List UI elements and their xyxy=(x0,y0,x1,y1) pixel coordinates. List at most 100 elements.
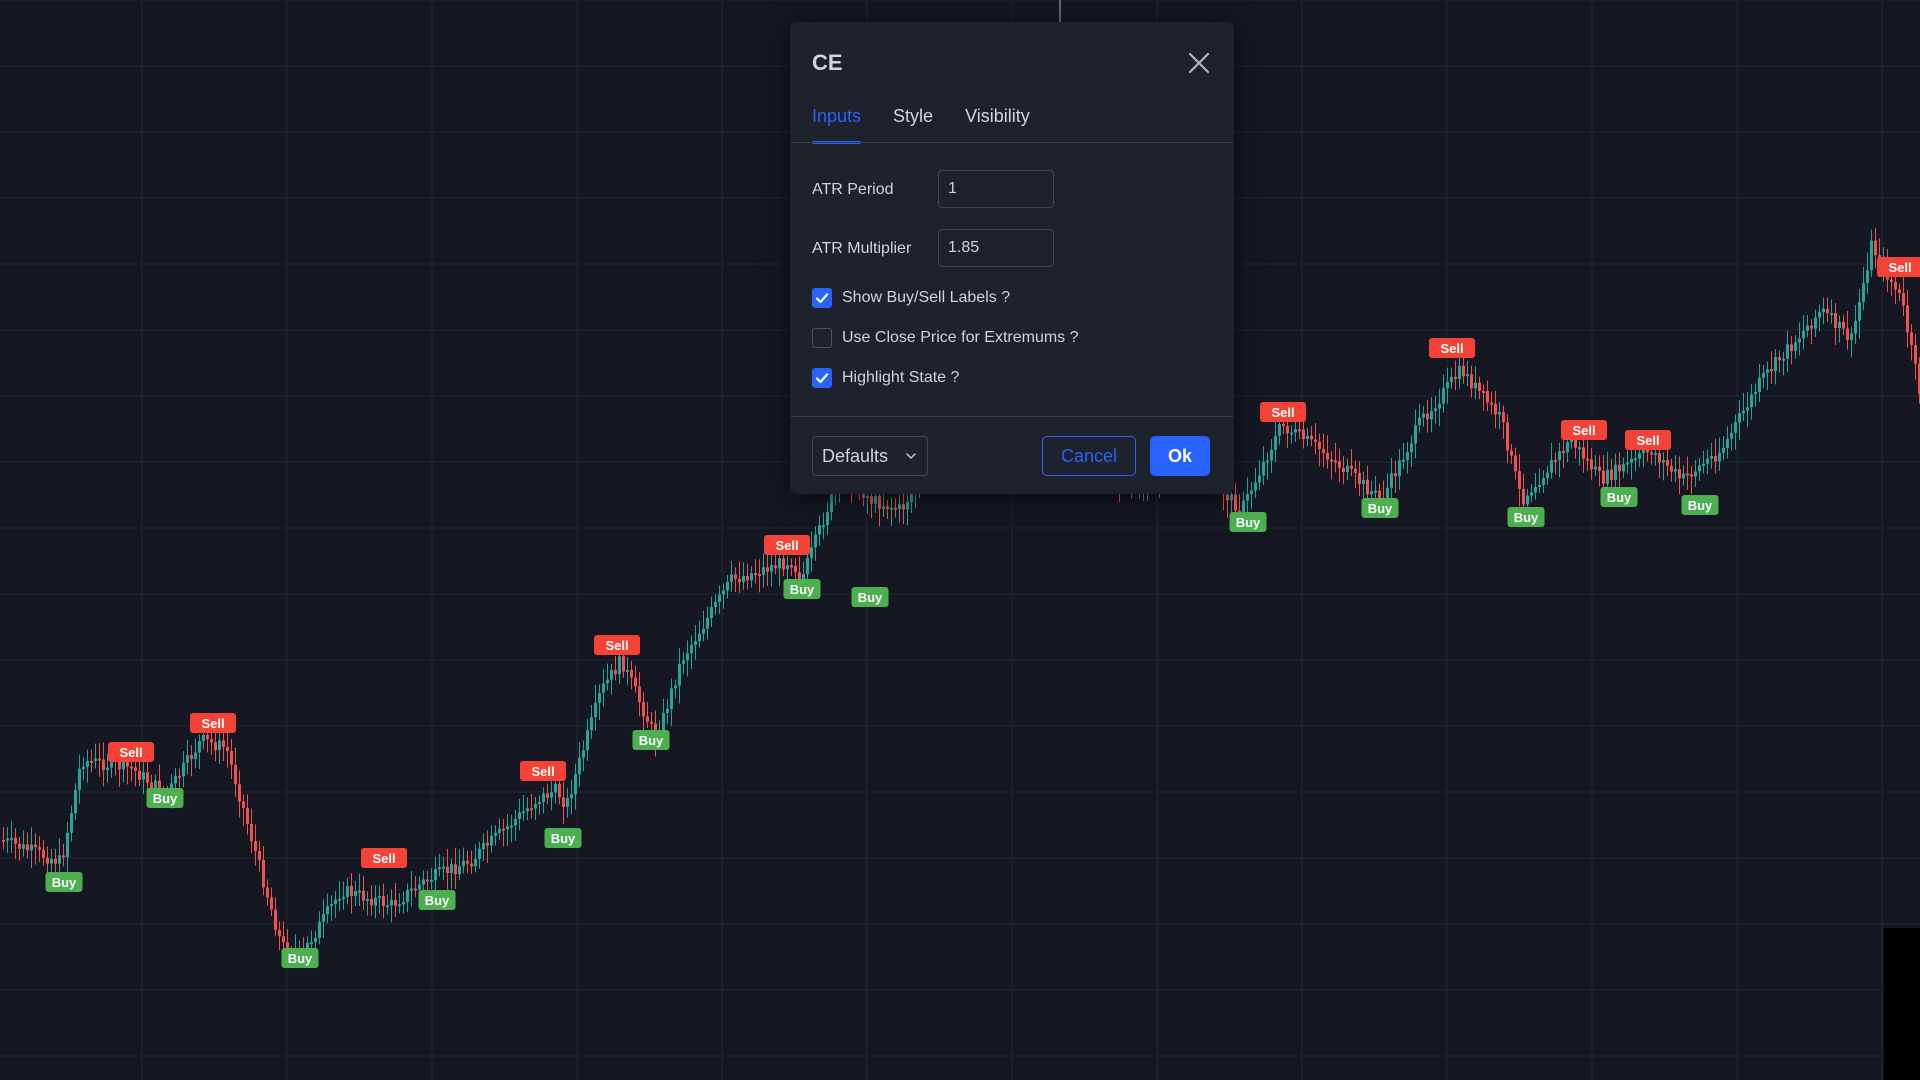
candle-body xyxy=(1282,424,1285,427)
candle-body xyxy=(1566,442,1569,453)
candle-body xyxy=(146,772,149,783)
candle-body xyxy=(1310,435,1313,440)
candle-body xyxy=(1838,321,1841,329)
candle-body xyxy=(1898,289,1901,294)
atr-period-input[interactable] xyxy=(938,170,1054,208)
candle-body xyxy=(538,802,541,805)
candle-body xyxy=(78,768,81,790)
candle-body xyxy=(86,760,89,767)
candle-body xyxy=(1506,422,1509,451)
tab-style[interactable]: Style xyxy=(893,104,933,144)
buy-signal-label: Buy xyxy=(1507,507,1545,527)
atr-multiplier-input[interactable] xyxy=(938,229,1054,267)
candle-body xyxy=(74,789,77,814)
candle-body xyxy=(1270,449,1273,461)
candle-body xyxy=(1442,388,1445,404)
svg-text:Buy: Buy xyxy=(790,582,815,597)
candle-body xyxy=(902,504,905,510)
use-close-price-checkbox[interactable] xyxy=(812,328,832,348)
candle-body xyxy=(382,896,385,907)
candle-body xyxy=(226,747,229,751)
candle-body xyxy=(1390,473,1393,488)
candle-body xyxy=(1910,332,1913,346)
candle-body xyxy=(1658,453,1661,463)
candle-body xyxy=(1570,439,1573,443)
candle-body xyxy=(1834,313,1837,329)
candle-body xyxy=(1750,394,1753,408)
candle-body xyxy=(1354,468,1357,473)
candle-body xyxy=(350,886,353,897)
candle-body xyxy=(1474,382,1477,389)
candle-body xyxy=(46,857,49,864)
candle-body xyxy=(1610,469,1613,481)
candle-body xyxy=(234,764,237,785)
candle-body xyxy=(722,590,725,595)
candle-body xyxy=(754,573,757,576)
cancel-button[interactable]: Cancel xyxy=(1042,436,1136,476)
candle-body xyxy=(702,628,705,634)
candle-body xyxy=(1670,465,1673,472)
buy-signal-label: Buy xyxy=(1229,512,1267,532)
tab-visibility[interactable]: Visibility xyxy=(965,104,1030,144)
candle-body xyxy=(1498,412,1501,415)
buy-signal-label: Buy xyxy=(1361,498,1399,518)
svg-text:Buy: Buy xyxy=(858,590,883,605)
candle-body xyxy=(1906,305,1909,333)
tab-inputs[interactable]: Inputs xyxy=(812,104,862,144)
candle-body xyxy=(1686,473,1689,476)
candle-body xyxy=(454,864,457,875)
svg-text:Sell: Sell xyxy=(1440,341,1463,356)
candle-body xyxy=(70,813,73,833)
candle-body xyxy=(466,860,469,864)
candle-body xyxy=(1614,464,1617,481)
candle-body xyxy=(210,739,213,743)
candle-body xyxy=(58,855,61,864)
show-buy-sell-labels-option[interactable]: Show Buy/Sell Labels ? xyxy=(812,288,1010,308)
use-close-price-option[interactable]: Use Close Price for Extremums ? xyxy=(812,328,1079,348)
buy-signal-label: Buy xyxy=(146,788,184,808)
candle-body xyxy=(518,812,521,819)
candle-body xyxy=(558,783,561,798)
candle-body xyxy=(218,740,221,751)
ok-button[interactable]: Ok xyxy=(1150,436,1210,476)
highlight-state-option[interactable]: Highlight State ? xyxy=(812,368,959,388)
candle-body xyxy=(98,758,101,761)
candle-body xyxy=(670,688,673,709)
defaults-dropdown[interactable]: Defaults xyxy=(812,436,928,476)
candle-body xyxy=(674,685,677,689)
candle-body xyxy=(1398,460,1401,477)
candle-body xyxy=(1866,270,1869,284)
candle-body xyxy=(22,844,25,849)
highlight-state-checkbox[interactable] xyxy=(812,368,832,388)
candle-body xyxy=(1678,469,1681,479)
candle-body xyxy=(1514,455,1517,472)
candle-body xyxy=(1594,466,1597,470)
candle-body xyxy=(458,866,461,875)
candle-body xyxy=(626,669,629,672)
candle-body xyxy=(1710,456,1713,459)
candle-body xyxy=(398,904,401,907)
candle-body xyxy=(554,783,557,793)
show-buy-sell-labels-checkbox[interactable] xyxy=(812,288,832,308)
candle-body xyxy=(1554,460,1557,463)
candle-body xyxy=(1806,325,1809,331)
candle-body xyxy=(430,880,433,883)
candle-body xyxy=(898,504,901,509)
candle-body xyxy=(1374,490,1377,493)
candle-body xyxy=(1862,283,1865,302)
candle-body xyxy=(894,507,897,510)
sell-signal-label: Sell xyxy=(764,535,810,555)
candle-body xyxy=(830,492,833,513)
candle-body xyxy=(550,792,553,798)
candle-body xyxy=(1226,494,1229,501)
candle-body xyxy=(274,909,277,930)
candle-body xyxy=(1626,462,1629,465)
candle-body xyxy=(1706,458,1709,464)
candle-body xyxy=(386,905,389,908)
candle-body xyxy=(442,866,445,869)
candle-body xyxy=(1894,282,1897,290)
candle-body xyxy=(614,669,617,675)
close-button[interactable] xyxy=(1186,50,1212,76)
candle-body xyxy=(1714,456,1717,462)
candle-body xyxy=(598,693,601,703)
